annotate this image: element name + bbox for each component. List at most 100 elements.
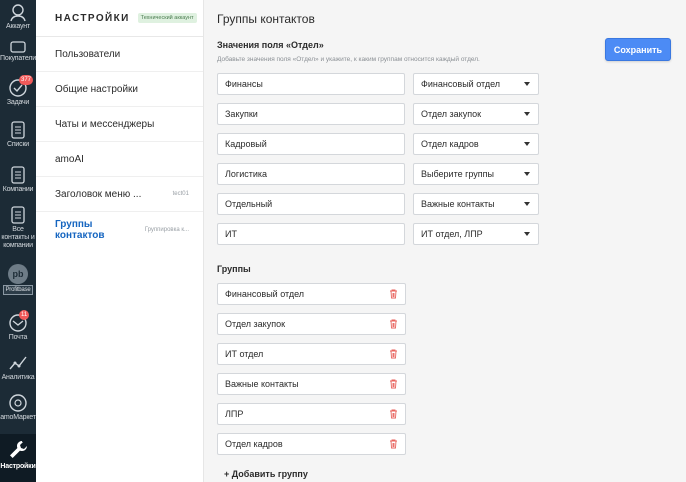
nav-item-users[interactable]: Пользователи [36, 37, 203, 72]
field-section-title: Значения поля «Отдел» [217, 40, 324, 50]
group-name: Финансовый отдел [225, 289, 305, 299]
group-name: ИТ отдел [225, 349, 264, 359]
main-content: Группы контактов Значения поля «Отдел» Д… [204, 0, 686, 482]
group-item[interactable]: Отдел закупок [217, 313, 406, 335]
nav-item-label: Группы контактов [55, 218, 105, 241]
department-value: ИТ [225, 229, 237, 239]
rail-label: Аккаунт [6, 23, 30, 30]
settings-nav-header: НАСТРОЙКИ Технический аккаунт [36, 0, 203, 37]
rail-label: Задачи [6, 99, 30, 106]
group-name: ЛПР [225, 409, 244, 419]
rail-item-profitbase[interactable]: pb Profitbase [0, 264, 36, 300]
department-value-input[interactable]: Отдельный [217, 193, 405, 215]
contacts-icon [11, 206, 25, 224]
group-select[interactable]: Отдел кадров [413, 133, 539, 155]
analytics-icon [9, 356, 27, 370]
group-select-value: ИТ отдел, ЛПР [421, 229, 483, 239]
caret-down-icon [524, 232, 530, 236]
group-select[interactable]: Важные контакты [413, 193, 539, 215]
companies-icon [11, 166, 25, 184]
nav-item-contact-groups[interactable]: Группы контактов Группировка к... [36, 212, 203, 247]
nav-item-label: Чаты и мессенджеры [55, 118, 155, 130]
save-button[interactable]: Сохранить [605, 38, 671, 61]
rail-label: Почта [8, 334, 28, 341]
nav-item-chats[interactable]: Чаты и мессенджеры [36, 107, 203, 142]
caret-down-icon [524, 82, 530, 86]
rail-label: Покупатели [0, 55, 36, 62]
rail-label: Аналитика [1, 374, 35, 381]
nav-item-label: amoAI [55, 153, 84, 165]
department-value-input[interactable]: Финансы [217, 73, 405, 95]
rail-item-analytics[interactable]: Аналитика [0, 353, 36, 385]
rail-item-companies[interactable]: Компании [0, 165, 36, 197]
lists-icon [11, 121, 25, 139]
app-root: Аккаунт Покупатели 377 Задачи Списки Ком… [0, 0, 686, 482]
rail-label: Profitbase [3, 285, 33, 295]
department-value: Финансы [225, 79, 263, 89]
caret-down-icon [524, 142, 530, 146]
trash-icon[interactable] [389, 439, 398, 449]
page-title: Группы контактов [217, 12, 315, 26]
left-rail: Аккаунт Покупатели 377 Задачи Списки Ком… [0, 0, 36, 482]
caret-down-icon [524, 202, 530, 206]
nav-item-amoai[interactable]: amoAI [36, 142, 203, 177]
settings-nav: НАСТРОЙКИ Технический аккаунт Пользовате… [36, 0, 204, 482]
rail-item-settings[interactable]: Настройки [0, 434, 36, 482]
group-select[interactable]: ИТ отдел, ЛПР [413, 223, 539, 245]
group-select[interactable]: Финансовый отдел [413, 73, 539, 95]
group-name: Важные контакты [225, 379, 299, 389]
department-value: Отдельный [225, 199, 273, 209]
group-select-value: Важные контакты [421, 199, 495, 209]
trash-icon[interactable] [389, 349, 398, 359]
buyers-icon [10, 41, 26, 53]
group-item[interactable]: ИТ отдел [217, 343, 406, 365]
nav-item-menu-header[interactable]: Заголовок меню ... tect01 [36, 177, 203, 212]
department-value: Кадровый [225, 139, 267, 149]
rail-item-mail[interactable]: 11 Почта [0, 310, 36, 345]
department-value-input[interactable]: Закупки [217, 103, 405, 125]
group-select-value: Отдел закупок [421, 109, 482, 119]
caret-down-icon [524, 172, 530, 176]
group-select[interactable]: Отдел закупок [413, 103, 539, 125]
trash-icon[interactable] [389, 379, 398, 389]
add-group-button[interactable]: + Добавить группу [224, 469, 308, 479]
group-select[interactable]: Выберите группы [413, 163, 539, 185]
settings-title: НАСТРОЙКИ [55, 12, 130, 24]
rail-item-buyers[interactable]: Покупатели [0, 40, 36, 66]
nav-item-sub: tect01 [172, 191, 189, 197]
nav-item-general[interactable]: Общие настройки [36, 72, 203, 107]
rail-label: amoМаркет [0, 414, 36, 421]
rail-label: Списки [6, 141, 30, 148]
nav-item-label: Общие настройки [55, 83, 138, 95]
department-value: Закупки [225, 109, 258, 119]
group-select-value: Отдел кадров [421, 139, 479, 149]
rail-item-all-contacts[interactable]: Все контакты и компании [0, 205, 36, 257]
rail-item-tasks[interactable]: 377 Задачи [0, 75, 36, 110]
trash-icon[interactable] [389, 409, 398, 419]
market-icon [9, 394, 27, 412]
tasks-badge: 377 [19, 75, 34, 85]
group-item[interactable]: ЛПР [217, 403, 406, 425]
group-item[interactable]: Отдел кадров [217, 433, 406, 455]
department-value-input[interactable]: Логистика [217, 163, 405, 185]
department-value-input[interactable]: ИТ [217, 223, 405, 245]
group-item[interactable]: Финансовый отдел [217, 283, 406, 305]
department-value-input[interactable]: Кадровый [217, 133, 405, 155]
trash-icon[interactable] [389, 289, 398, 299]
caret-down-icon [524, 112, 530, 116]
rail-item-account[interactable]: Аккаунт [0, 2, 36, 35]
account-icon [10, 4, 26, 22]
field-section-description: Добавьте значения поля «Отдел» и укажите… [217, 56, 480, 63]
trash-icon[interactable] [389, 319, 398, 329]
rail-item-market[interactable]: amoМаркет [0, 393, 36, 429]
group-item[interactable]: Важные контакты [217, 373, 406, 395]
group-select-value: Выберите группы [421, 169, 494, 179]
rail-item-lists[interactable]: Списки [0, 120, 36, 152]
nav-item-label: Пользователи [55, 48, 121, 60]
tech-account-badge: Технический аккаунт [137, 13, 197, 23]
rail-label: Настройки [0, 463, 36, 470]
profitbase-icon: pb [8, 264, 28, 284]
rail-label: Компании [2, 186, 34, 193]
nav-item-sub: Группировка к... [144, 226, 189, 233]
settings-icon [10, 440, 28, 458]
